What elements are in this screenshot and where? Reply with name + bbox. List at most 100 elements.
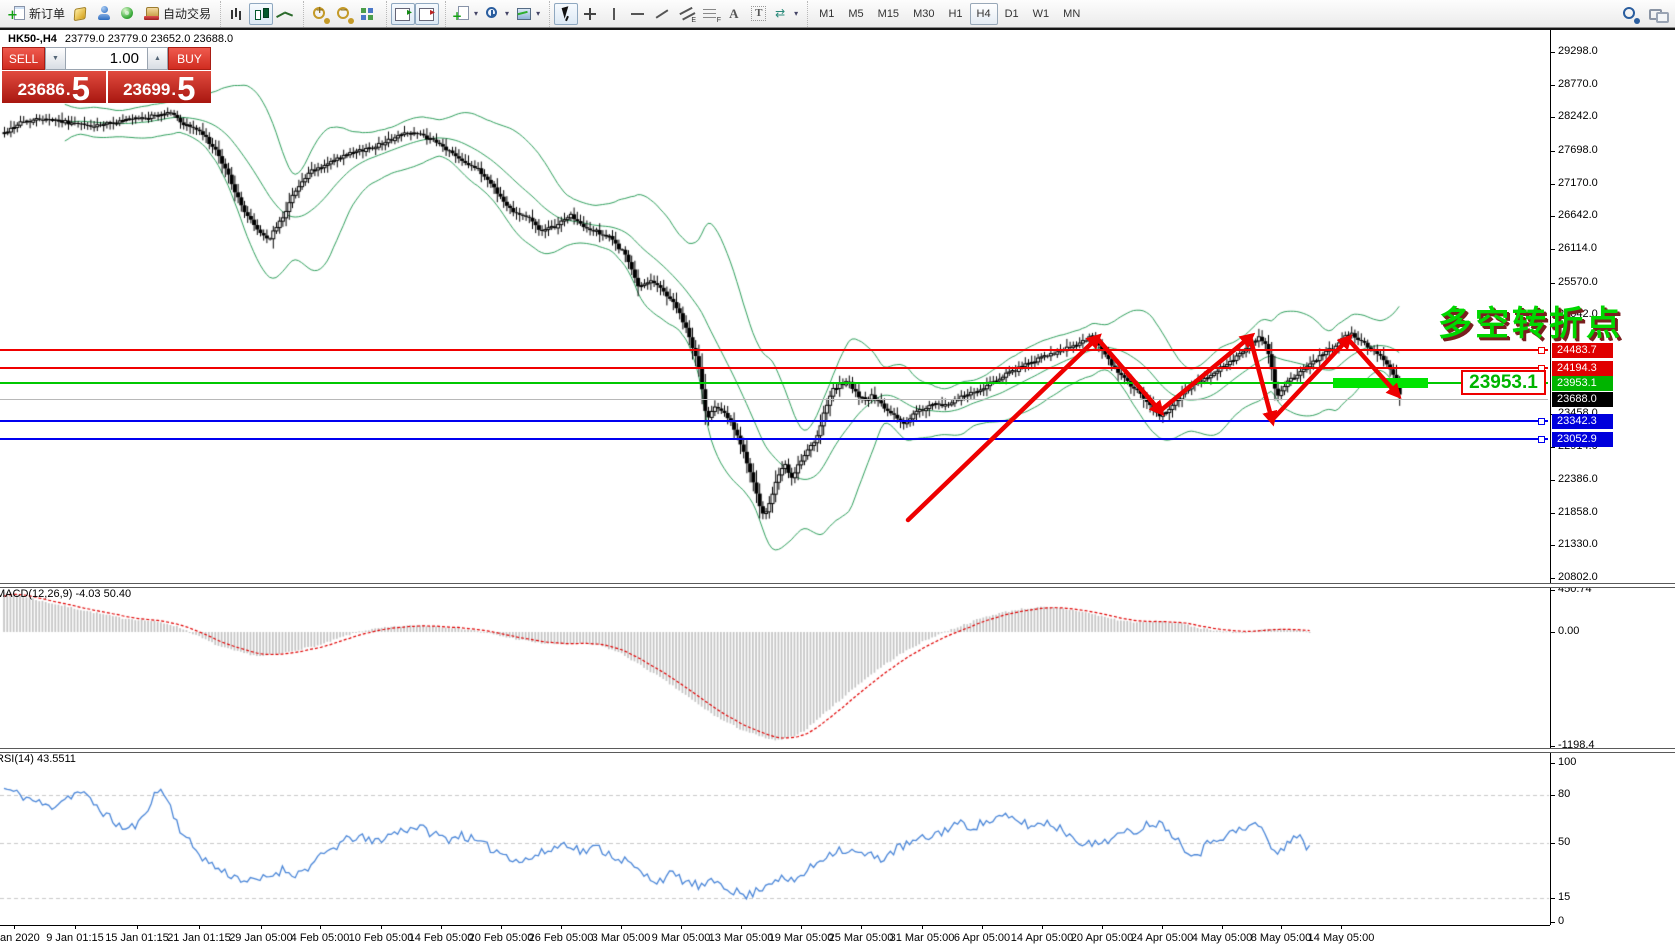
bull-bear-turning-point-annotation[interactable]: 多空转折点 [1438, 296, 1623, 345]
timeframe-m30-button[interactable]: M30 [906, 3, 941, 25]
hline-button[interactable] [626, 3, 650, 25]
highlight-bar-object[interactable] [1333, 378, 1428, 388]
autoscroll-icon [394, 6, 412, 22]
chart-shift-button[interactable] [415, 3, 439, 25]
timeframe-w1-button[interactable]: W1 [1026, 3, 1057, 25]
hline-23342.3[interactable] [0, 420, 1548, 422]
text-button[interactable] [722, 3, 746, 25]
time-axis[interactable]: an 20209 Jan 01:1515 Jan 01:1521 Jan 01:… [0, 925, 1550, 950]
y-axis-tickmark [1551, 590, 1555, 591]
price-axis[interactable]: 29298.028770.028242.027698.027170.026642… [1550, 30, 1675, 925]
ea-label: 自动交易 [163, 5, 211, 22]
hline-24194.3[interactable] [0, 367, 1548, 369]
hline-handle-23052.9[interactable] [1538, 436, 1545, 443]
zoom-in-button[interactable] [308, 3, 332, 25]
price-axis-label-24483.7[interactable]: 24483.7 [1552, 343, 1613, 358]
candles-button[interactable] [249, 3, 273, 25]
price-axis-label-23953.1[interactable]: 23953.1 [1552, 376, 1613, 391]
symbol-period-label: HK50-,H4 [8, 33, 57, 45]
x-axis-label: 14 May 05:00 [1308, 932, 1375, 944]
timeframe-h4-button[interactable]: H4 [970, 3, 998, 25]
tiles-button[interactable] [356, 3, 380, 25]
gold-button[interactable] [68, 3, 92, 25]
chat-icon[interactable] [1649, 6, 1667, 22]
crosshair-button[interactable] [578, 3, 602, 25]
x-axis-tickmark [1042, 926, 1043, 929]
y-axis-tick-label: 22386.0 [1558, 473, 1598, 485]
hline-24483.7[interactable] [0, 349, 1548, 351]
price-macd-splitter[interactable] [0, 583, 1675, 588]
ea-button[interactable]: 自动交易 [140, 3, 214, 25]
x-axis-label: 19 Mar 05:00 [769, 932, 834, 944]
timeframe-h1-button[interactable]: H1 [941, 3, 969, 25]
indicators-button[interactable]: ▾ [450, 3, 481, 25]
rsi-pane-canvas[interactable] [0, 751, 1550, 925]
x-axis-tickmark [681, 926, 682, 929]
templates-button[interactable]: ▾ [512, 3, 543, 25]
macd-rsi-splitter[interactable] [0, 748, 1675, 753]
autoscroll-button[interactable] [391, 3, 415, 25]
cursor-button[interactable] [554, 3, 578, 25]
y-axis-tick-label: 0.00 [1558, 625, 1579, 637]
text-label-button[interactable] [746, 3, 770, 25]
timeframe-d1-button[interactable]: D1 [998, 3, 1026, 25]
x-axis-label: 6 Apr 05:00 [954, 932, 1010, 944]
dropdown-caret-icon[interactable]: ▾ [505, 9, 509, 18]
macd-pane-canvas[interactable] [0, 586, 1550, 748]
price-callout-23953[interactable]: 23953.1 [1461, 370, 1546, 395]
workspace-button[interactable] [92, 3, 116, 25]
x-axis-label: 14 Feb 05:00 [409, 932, 474, 944]
volume-input[interactable]: 1.00 [66, 47, 147, 70]
zoom-out-button[interactable] [332, 3, 356, 25]
hline-handle-23342.3[interactable] [1538, 418, 1545, 425]
new-order-button[interactable]: 新订单 [6, 3, 68, 25]
text-icon [725, 6, 743, 22]
y-axis-tickmark [1551, 578, 1555, 579]
x-axis-tickmark [1281, 926, 1282, 929]
x-axis-tickmark [861, 926, 862, 929]
x-axis-label: 31 Mar 05:00 [890, 932, 955, 944]
dropdown-caret-icon[interactable]: ▾ [474, 9, 478, 18]
x-axis-tickmark [501, 926, 502, 929]
price-chart-canvas[interactable] [0, 28, 1550, 583]
timeframe-m15-button[interactable]: M15 [871, 3, 906, 25]
hline-23688.0[interactable] [0, 399, 1548, 400]
price-axis-label-23052.9[interactable]: 23052.9 [1552, 432, 1613, 447]
ea-icon [143, 6, 161, 22]
linechart-button[interactable] [273, 3, 297, 25]
price-axis-label-24194.3[interactable]: 24194.3 [1552, 361, 1613, 376]
price-axis-label-23688.0[interactable]: 23688.0 [1552, 392, 1613, 407]
bars-button[interactable] [225, 3, 249, 25]
hline-23052.9[interactable] [0, 438, 1548, 440]
dropdown-caret-icon[interactable]: ▾ [536, 9, 540, 18]
signals-button[interactable] [116, 3, 140, 25]
volume-increase-button[interactable]: ▲ [147, 47, 168, 70]
sell-button[interactable]: SELL [2, 47, 45, 70]
y-axis-tick-label: 25570.0 [1558, 276, 1598, 288]
price-axis-label-23342.3[interactable]: 23342.3 [1552, 414, 1613, 429]
timeframe-m5-button[interactable]: M5 [841, 3, 870, 25]
x-axis-tickmark [1222, 926, 1223, 929]
hline-handle-24483.7[interactable] [1538, 347, 1545, 354]
toolbar-group-objects: ▾ ▾ ▾ [445, 1, 547, 27]
arrows-button[interactable]: ▾ [770, 3, 801, 25]
periods-icon [484, 6, 502, 22]
volume-decrease-button[interactable]: ▼ [45, 47, 66, 70]
timeframe-mn-button[interactable]: MN [1056, 3, 1087, 25]
fibonacci-button[interactable] [698, 3, 722, 25]
periods-button[interactable]: ▾ [481, 3, 512, 25]
buy-button[interactable]: BUY [168, 47, 211, 70]
hline-icon [629, 6, 647, 22]
hline-23953.1[interactable] [0, 382, 1548, 384]
x-axis-tickmark [801, 926, 802, 929]
timeframe-m1-button[interactable]: M1 [812, 3, 841, 25]
vline-button[interactable] [602, 3, 626, 25]
y-axis-tickmark [1551, 283, 1555, 284]
trendline-button[interactable] [650, 3, 674, 25]
x-axis-tickmark [199, 926, 200, 929]
channel-button[interactable] [674, 3, 698, 25]
dropdown-caret-icon[interactable]: ▾ [794, 9, 798, 18]
x-axis-label: 4 May 05:00 [1192, 932, 1253, 944]
x-axis-tickmark [261, 926, 262, 929]
search-icon[interactable] [1621, 6, 1639, 22]
